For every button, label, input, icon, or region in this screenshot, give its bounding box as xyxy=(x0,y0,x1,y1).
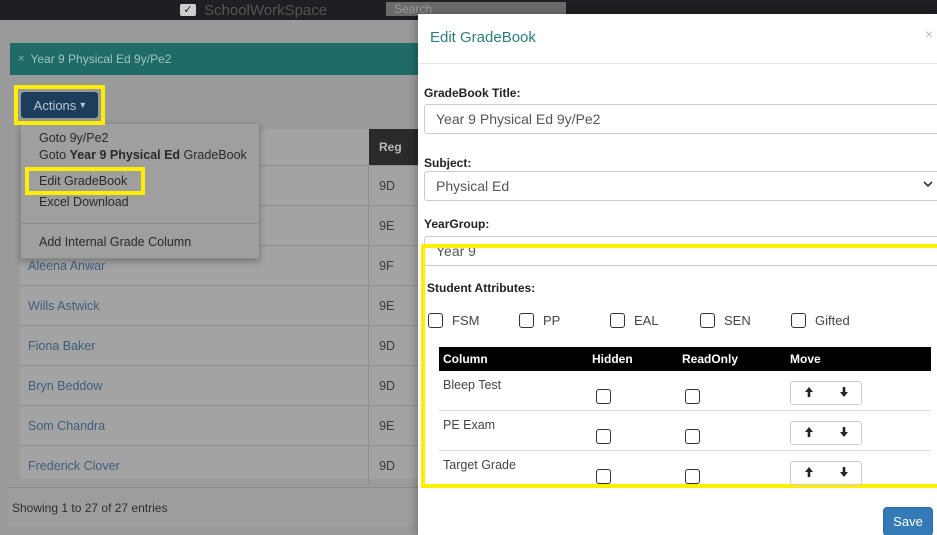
menu-item-add-grade-column[interactable]: Add Internal Grade Column xyxy=(39,235,191,249)
breadcrumb-title: Year 9 Physical Ed 9y/Pe2 xyxy=(30,52,172,66)
yeargroup-label: YearGroup: xyxy=(424,217,490,231)
gifted-checkbox[interactable] xyxy=(791,313,806,328)
table-info: Showing 1 to 27 of 27 entries xyxy=(8,487,418,527)
readonly-checkbox[interactable] xyxy=(685,429,700,444)
menu-item-goto-gradebook-suffix: GradeBook xyxy=(180,148,247,162)
columns-grid-header: Column Hidden ReadOnly Move xyxy=(439,347,931,371)
attribute-fsm[interactable]: FSM xyxy=(428,313,479,328)
brand: ✓ SchoolWorkSpace xyxy=(180,0,327,20)
grid-row: PE Exam xyxy=(439,411,931,451)
menu-item-goto-gradebook-bold: Year 9 Physical Ed xyxy=(69,148,181,162)
column-name: PE Exam xyxy=(443,418,496,432)
table-row: Frederick Clover 9D xyxy=(20,445,418,485)
breadcrumb: × Year 9 Physical Ed 9y/Pe2 xyxy=(10,43,430,75)
move-controls xyxy=(790,421,862,445)
brand-name: SchoolWorkSpace xyxy=(204,1,328,19)
move-controls xyxy=(790,461,862,485)
table-row: Wills Astwick 9E xyxy=(20,285,418,325)
arrow-down-icon[interactable] xyxy=(839,426,849,441)
arrow-up-icon[interactable] xyxy=(804,426,814,441)
hidden-checkbox[interactable] xyxy=(596,429,611,444)
readonly-checkbox[interactable] xyxy=(685,389,700,404)
arrow-up-icon[interactable] xyxy=(804,386,814,401)
attribute-pp[interactable]: PP xyxy=(519,313,560,328)
move-controls xyxy=(790,381,862,405)
subject-select[interactable]: Physical Ed xyxy=(424,171,937,201)
readonly-checkbox[interactable] xyxy=(685,469,700,484)
hidden-checkbox[interactable] xyxy=(596,469,611,484)
actions-dropdown-menu: Goto 9y/Pe2 Goto Year 9 Physical Ed Grad… xyxy=(20,123,260,259)
arrow-up-icon[interactable] xyxy=(804,466,814,481)
modal-header: Edit GradeBook × xyxy=(418,14,937,64)
arrow-down-icon[interactable] xyxy=(839,466,849,481)
save-button[interactable]: Save xyxy=(883,507,933,535)
attribute-eal[interactable]: EAL xyxy=(610,313,659,328)
attribute-gifted-label: Gifted xyxy=(815,313,850,328)
attribute-sen[interactable]: SEN xyxy=(700,313,751,328)
student-reg: 9D xyxy=(368,446,418,485)
student-reg: 9D xyxy=(368,366,418,405)
menu-item-goto-gradebook-prefix: Goto xyxy=(39,148,70,162)
actions-label: Actions xyxy=(33,97,77,113)
student-reg: 9E xyxy=(368,286,418,325)
pp-checkbox[interactable] xyxy=(519,313,534,328)
attribute-fsm-label: FSM xyxy=(452,313,480,328)
student-reg: 9D xyxy=(368,326,418,365)
menu-divider xyxy=(21,223,259,224)
subject-label: Subject: xyxy=(424,156,472,170)
grid-row: Bleep Test xyxy=(439,371,931,411)
column-name: Bleep Test xyxy=(443,378,502,392)
student-reg: 9D xyxy=(368,166,418,205)
reg-column-header[interactable]: Reg xyxy=(369,129,419,165)
attribute-pp-label: PP xyxy=(543,313,561,328)
gradebook-title-label: GradeBook Title: xyxy=(424,86,521,100)
subject-value: Physical Ed xyxy=(436,178,510,194)
sen-checkbox[interactable] xyxy=(700,313,715,328)
menu-item-edit-gradebook[interactable]: Edit GradeBook xyxy=(39,174,127,188)
menu-item-goto-class[interactable]: Goto 9y/Pe2 xyxy=(39,131,109,145)
table-row: Bryn Beddow 9D xyxy=(20,365,418,405)
hidden-header: Hidden xyxy=(592,352,633,366)
student-reg: 9E xyxy=(368,206,418,245)
student-attributes-label: Student Attributes: xyxy=(427,281,536,295)
attribute-gifted[interactable]: Gifted xyxy=(791,313,850,328)
student-name[interactable]: Aleena Anwar xyxy=(20,259,368,273)
arrow-down-icon[interactable] xyxy=(839,386,849,401)
student-attributes-section: Student Attributes: FSM PP EAL SEN Gifte… xyxy=(421,244,937,488)
attribute-eal-label: EAL xyxy=(634,313,659,328)
gradebook-title-input[interactable]: Year 9 Physical Ed 9y/Pe2 xyxy=(424,104,937,134)
table-row: Fiona Baker 9D xyxy=(20,325,418,365)
student-name[interactable]: Wills Astwick xyxy=(20,299,368,313)
modal-title: Edit GradeBook xyxy=(430,29,536,46)
attribute-sen-label: SEN xyxy=(724,313,751,328)
menu-item-excel-download[interactable]: Excel Download xyxy=(39,195,129,209)
table-row: Som Chandra 9E xyxy=(20,405,418,445)
fsm-checkbox[interactable] xyxy=(428,313,443,328)
hidden-checkbox[interactable] xyxy=(596,389,611,404)
student-reg: 9E xyxy=(368,406,418,445)
close-icon[interactable]: × xyxy=(925,26,933,42)
student-name[interactable]: Frederick Clover xyxy=(20,459,368,473)
grid-row: Target Grade xyxy=(439,451,931,491)
student-name[interactable]: Bryn Beddow xyxy=(20,379,368,393)
column-name: Target Grade xyxy=(443,458,516,472)
caret-down-icon: ▾ xyxy=(80,99,86,111)
column-header: Column xyxy=(443,352,488,366)
readonly-header: ReadOnly xyxy=(682,352,739,366)
student-name[interactable]: Fiona Baker xyxy=(20,339,368,353)
menu-item-goto-gradebook[interactable]: Goto Year 9 Physical Ed GradeBook xyxy=(39,148,247,162)
actions-button[interactable]: Actions ▾ xyxy=(21,92,98,118)
edit-gradebook-modal: Edit GradeBook × GradeBook Title: Year 9… xyxy=(418,14,937,535)
checkmark-logo-icon: ✓ xyxy=(180,4,196,16)
student-reg: 9F xyxy=(368,246,418,285)
close-icon[interactable]: × xyxy=(18,53,24,65)
highlight-box: Actions ▾ xyxy=(14,85,105,125)
move-header: Move xyxy=(790,352,821,366)
eal-checkbox[interactable] xyxy=(610,313,625,328)
chevron-down-icon xyxy=(923,179,933,192)
student-name[interactable]: Som Chandra xyxy=(20,419,368,433)
